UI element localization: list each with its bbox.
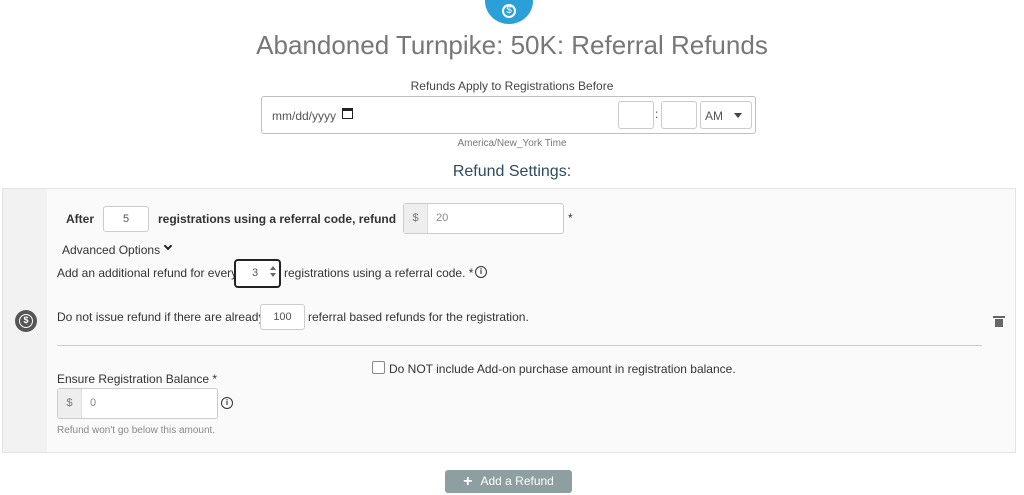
advanced-options-toggle[interactable]: Advanced Options — [62, 243, 160, 257]
ampm-select[interactable]: AM — [700, 101, 752, 129]
additional-count-stepper[interactable]: 3 — [234, 259, 281, 288]
stepper-arrows-icon[interactable] — [270, 266, 276, 280]
currency-addon: $ — [404, 204, 428, 233]
calendar-icon[interactable] — [342, 108, 353, 119]
time-separator: : — [655, 107, 659, 121]
additional-count-value: 3 — [252, 267, 259, 279]
info-icon[interactable]: i — [475, 266, 487, 278]
page-title: Abandoned Turnpike: 50K: Referral Refund… — [256, 30, 768, 60]
additional-refund-prefix: Add an additional refund for every — [57, 266, 238, 280]
refund-settings-heading: Refund Settings: — [452, 163, 572, 180]
timezone-note: America/New_York Time — [457, 138, 567, 149]
currency-addon: $ — [58, 389, 82, 418]
hour-input[interactable] — [618, 101, 654, 129]
after-label: After — [66, 212, 95, 226]
refund-amount-input[interactable]: $ 20 — [403, 203, 564, 234]
addon-checkbox-label: Do NOT include Add-on purchase amount in… — [389, 362, 736, 376]
date-filter-label: Refunds Apply to Registrations Before — [410, 79, 614, 93]
plus-icon: + — [463, 473, 473, 490]
using-code-label: registrations using a referral code, ref… — [158, 212, 397, 226]
trash-icon[interactable] — [993, 316, 1005, 327]
max-refunds-input[interactable]: 100 — [260, 304, 305, 330]
max-refunds-prefix: Do not issue refund if there are already — [57, 310, 265, 324]
date-input[interactable]: mm/dd/yyyy — [272, 109, 336, 123]
balance-input[interactable]: $ 0 — [57, 388, 218, 419]
add-refund-button[interactable]: + Add a Refund — [445, 470, 572, 493]
addon-checkbox[interactable] — [372, 361, 385, 374]
date-time-picker: mm/dd/yyyy : AM — [261, 96, 756, 134]
dollar-circle-icon: $ — [502, 4, 516, 18]
refund-row-panel: $ After 5 registrations using a referral… — [2, 188, 1016, 453]
max-refunds-suffix: referral based refunds for the registrat… — [308, 310, 529, 324]
caret-down-icon — [734, 113, 742, 118]
after-count-input[interactable]: 5 — [103, 206, 149, 232]
dollar-circle-icon: $ — [15, 310, 37, 332]
add-refund-label: Add a Refund — [480, 474, 554, 488]
balance-value: 0 — [90, 397, 97, 409]
divider — [57, 345, 982, 346]
ampm-value: AM — [705, 109, 723, 123]
balance-hint: Refund won't go below this amount. — [57, 425, 216, 436]
refund-amount-value: 20 — [436, 212, 449, 224]
balance-label: Ensure Registration Balance * — [57, 372, 218, 386]
logo: $ — [485, 0, 533, 24]
minute-input[interactable] — [661, 101, 697, 129]
required-mark: * — [568, 211, 573, 225]
info-icon[interactable]: i — [221, 397, 233, 409]
additional-refund-suffix: registrations using a referral code. * — [284, 266, 474, 280]
